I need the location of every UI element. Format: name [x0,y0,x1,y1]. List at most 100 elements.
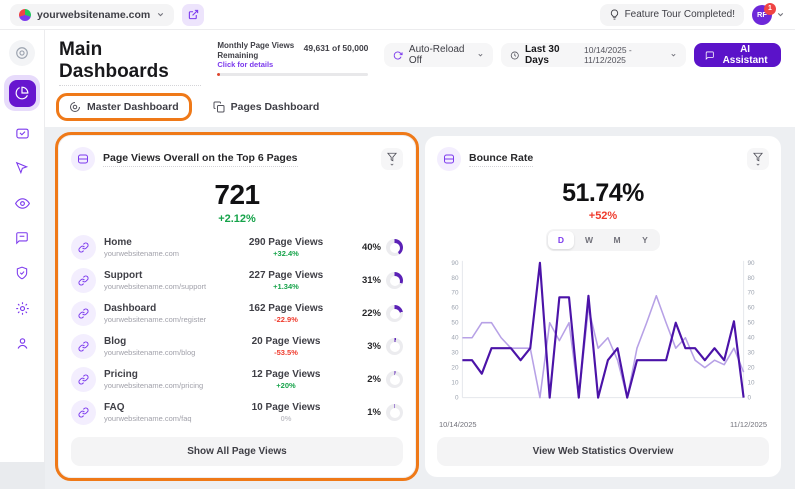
sidebar-collapse-button[interactable] [9,40,35,66]
quota-label: Monthly Page Views Remaining [217,41,297,60]
line-chart-svg: 00101020203030404050506060707080809090 [437,257,769,411]
notification-badge: 1 [764,3,776,15]
sidebar-item-security[interactable] [9,260,35,286]
clock-icon [510,50,520,61]
main-area: Main Dashboards Monthly Page Views Remai… [45,30,795,462]
bounce-rate-card: Bounce Rate 51.74% +52% DWMY 00101020203… [425,136,781,477]
tab-master-dashboard[interactable]: Master Dashboard [59,96,189,118]
bounce-rate-change: +52% [437,210,769,222]
link-icon [78,374,89,385]
page-info: Supportyourwebsitename.com/support [104,270,206,291]
link-icon [78,275,89,286]
page-views-count: 20 Page Views [227,336,345,347]
page-url: yourwebsitename.com/faq [104,414,192,423]
page-views-delta: -22.9% [227,315,345,324]
feature-tour-label: Feature Tour Completed! [625,9,735,20]
period-option-d[interactable]: D [548,231,574,249]
messages-icon [15,231,29,245]
y-tick-label: 30 [748,350,756,357]
sidebar-item-messages[interactable] [9,225,35,251]
date-range-picker[interactable]: Last 30 Days 10/14/2025 - 11/12/2025 [501,43,686,67]
page-views-count: 227 Page Views [227,270,345,281]
period-selector: DWMY [546,229,660,251]
y-tick-label: 50 [748,320,756,327]
page-header: Main Dashboards Monthly Page Views Remai… [45,30,795,86]
page-name: FAQ [104,402,192,413]
page-row-support[interactable]: Supportyourwebsitename.com/support 227 Pa… [71,264,403,297]
page-row-dashboard[interactable]: Dashboardyourwebsitename.com/register 162… [71,297,403,330]
filter-button[interactable] [747,148,769,170]
page-info: Dashboardyourwebsitename.com/register [104,303,206,324]
page-share-donut [386,239,403,256]
page-url: yourwebsitename.com/support [104,282,206,291]
sidebar-item-settings[interactable] [9,295,35,321]
user-menu[interactable]: RF 1 [752,5,785,25]
link-icon [78,308,89,319]
page-row-blog[interactable]: Blogyourwebsitename.com/blog20 Page View… [71,330,403,363]
link-icon-wrap [71,367,96,392]
auto-reload-label: Auto-Reload Off [409,44,471,66]
sidebar-item-visitors[interactable] [9,190,35,216]
page-views-count: 12 Page Views [227,369,345,380]
chevron-down-icon [389,162,395,167]
sidebar-item-inbox[interactable] [9,120,35,146]
page-views-delta: +20% [227,381,345,390]
page-row-faq[interactable]: FAQyourwebsitename.com/faq 10 Page Views0… [71,396,403,429]
page-row-pricing[interactable]: Pricingyourwebsitename.com/pricing 12 Pag… [71,363,403,396]
panel-icon [77,153,89,165]
y-tick-label: 60 [748,305,756,312]
page-share-donut [386,305,403,322]
page-info: Homeyourwebsitename.com [104,237,179,258]
security-shield-icon [15,266,29,280]
open-website-button[interactable] [182,4,204,26]
monthly-quota: Monthly Page Views Remaining Click for d… [217,41,368,76]
ai-assistant-button[interactable]: AI Assistant [694,43,781,67]
chat-icon [705,50,715,61]
sidebar-item-account[interactable] [9,330,35,356]
page-share-donut [386,338,403,355]
sidebar-item-interactions[interactable] [9,155,35,181]
page-info: Pricingyourwebsitename.com/pricing [104,369,203,390]
chevron-down-icon [670,51,677,59]
link-icon-wrap [71,400,96,425]
website-selector[interactable]: yourwebsitename.com [10,4,174,26]
bounce-rate-chart: 00101020203030404050506060707080809090 [437,257,769,419]
topbar: yourwebsitename.com Feature Tour Complet… [0,0,795,30]
y-tick-label: 50 [451,320,459,327]
chevron-down-icon [755,162,761,167]
page-views-cell: 162 Page Views-22.9% [227,303,345,324]
pages-dashboard-icon [213,101,225,113]
dashboard-content: Page Views Overall on the Top 6 Pages 72… [45,127,795,489]
y-tick-label: 20 [748,365,756,372]
period-option-w[interactable]: W [576,231,602,249]
quota-details-link[interactable]: Click for details [217,60,297,69]
page-share-percent: 40% [345,242,381,253]
link-icon-wrap [71,334,96,359]
page-name: Home [104,237,179,248]
y-tick-label: 0 [748,395,752,402]
page-url: yourwebsitename.com [104,249,179,258]
page-url: yourwebsitename.com/pricing [104,381,203,390]
page-share-percent: 1% [345,407,381,418]
page-views-cell: 227 Page Views+1.34% [227,270,345,291]
y-tick-label: 20 [451,365,459,372]
date-range-value: 10/14/2025 - 11/12/2025 [584,45,664,65]
period-option-m[interactable]: M [604,231,630,249]
sidebar-item-dashboards[interactable] [4,75,40,111]
page-views-list: Homeyourwebsitename.com290 Page Views+32… [71,231,403,429]
tab-label: Master Dashboard [87,101,179,113]
filter-button[interactable] [381,148,403,170]
auto-reload-toggle[interactable]: Auto-Reload Off [384,43,492,67]
page-share-donut [386,371,403,388]
card-icon-wrap [437,147,461,171]
external-link-icon [188,9,199,20]
feature-tour-button[interactable]: Feature Tour Completed! [600,4,744,26]
tab-pages-dashboard[interactable]: Pages Dashboard [203,96,330,118]
y-tick-label: 90 [451,260,459,267]
panel-icon [443,153,455,165]
page-row-home[interactable]: Homeyourwebsitename.com290 Page Views+32… [71,231,403,264]
page-name: Blog [104,336,195,347]
page-views-delta: +1.34% [227,282,345,291]
page-views-cell: 10 Page Views0% [227,402,345,423]
period-option-y[interactable]: Y [632,231,658,249]
